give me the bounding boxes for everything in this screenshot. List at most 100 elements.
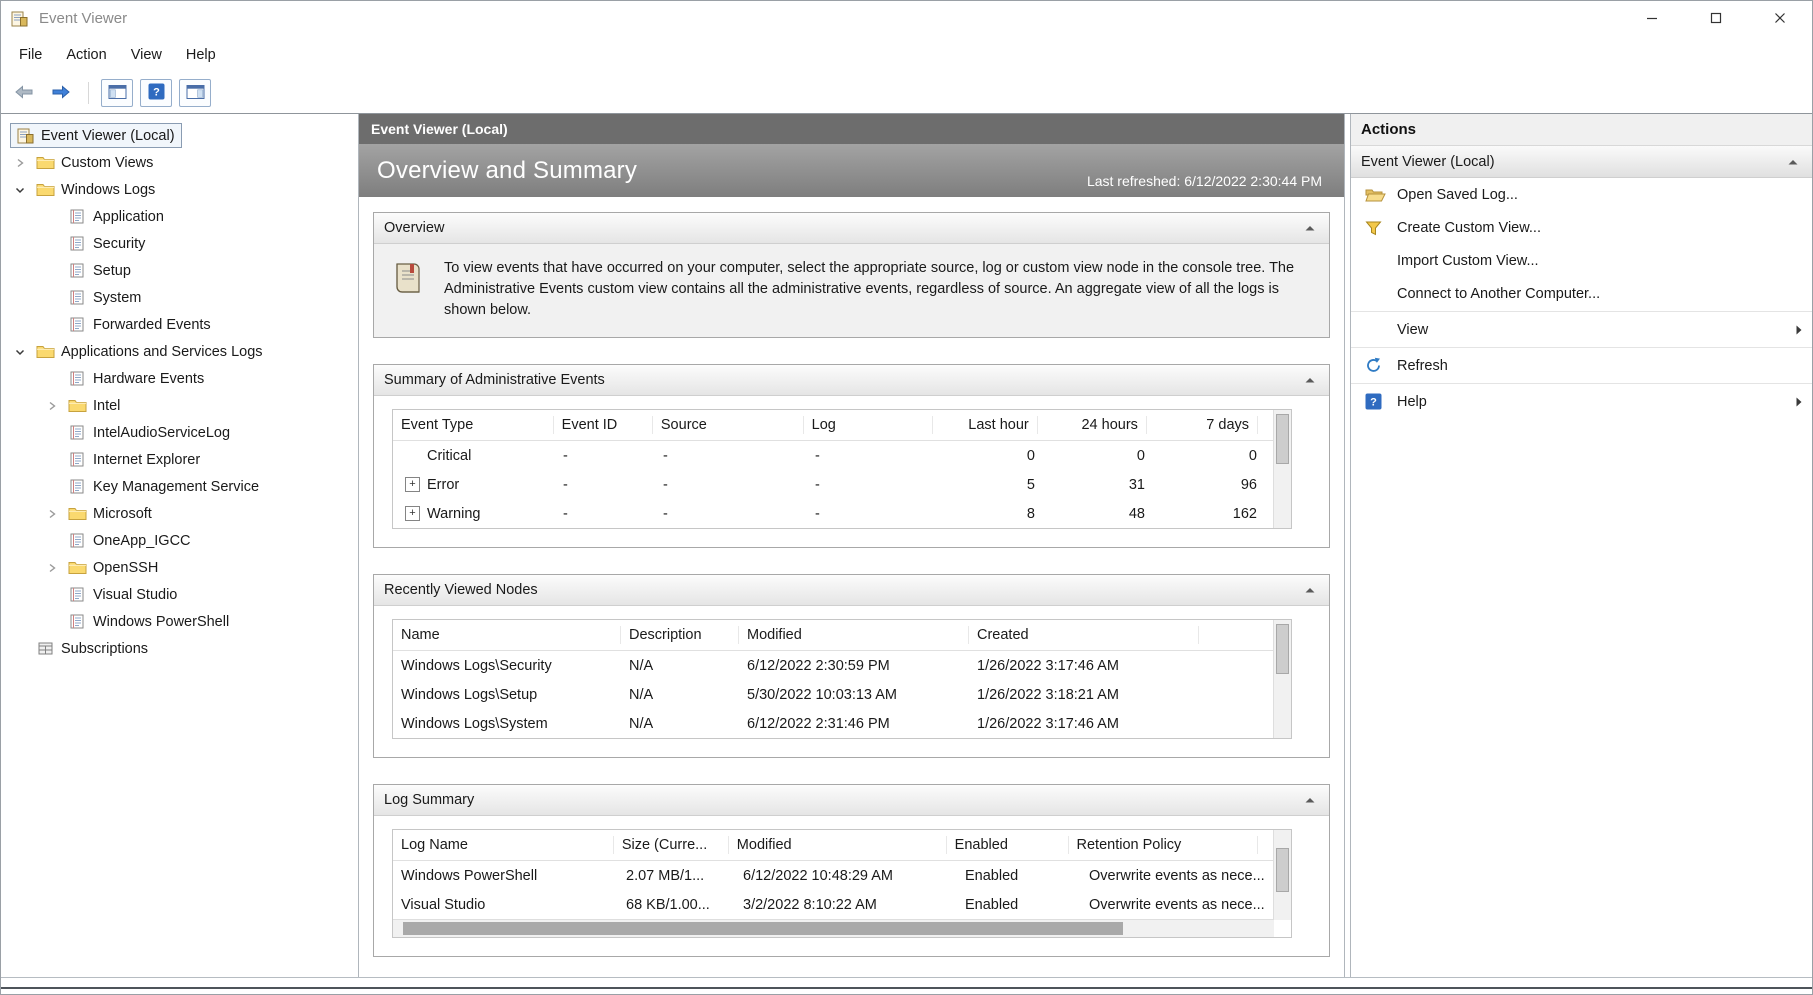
admin-events-summary-row[interactable]: +Warning---848162 — [393, 499, 1291, 528]
log-summary-title: Log Summary — [384, 792, 474, 808]
column-header-modified[interactable]: Modified — [739, 626, 969, 644]
show-action-pane-button[interactable] — [179, 79, 211, 107]
page-title: Overview and Summary — [377, 157, 637, 185]
console-tree-icon — [108, 84, 127, 103]
tree-item-event-viewer-local[interactable]: Event Viewer (Local) — [1, 122, 358, 149]
actions-section-header[interactable]: Event Viewer (Local) — [1351, 146, 1812, 178]
vertical-scrollbar[interactable] — [1273, 620, 1291, 738]
tree-item-forwarded-events[interactable]: Forwarded Events — [1, 311, 358, 338]
menu-action[interactable]: Action — [54, 42, 118, 68]
tree-item-label: OneApp_IGCC — [93, 533, 191, 549]
horizontal-scrollbar[interactable] — [393, 919, 1274, 937]
tree-item-inner: Microsoft — [62, 501, 159, 526]
column-header-retention-policy[interactable]: Retention Policy — [1069, 836, 1258, 854]
forward-button[interactable] — [46, 79, 76, 107]
scrollbar-thumb[interactable] — [1276, 848, 1289, 892]
menu-view[interactable]: View — [119, 42, 174, 68]
column-header-source[interactable]: Source — [653, 416, 804, 434]
tree-item-setup[interactable]: Setup — [1, 257, 358, 284]
column-header-7-days[interactable]: 7 days — [1147, 416, 1258, 434]
chevron-expanded-icon[interactable] — [10, 346, 30, 358]
back-button[interactable] — [9, 79, 39, 107]
column-header-event-id[interactable]: Event ID — [554, 416, 653, 434]
tree-item-openssh[interactable]: OpenSSH — [1, 554, 358, 581]
tree-item-security[interactable]: Security — [1, 230, 358, 257]
column-header-size-curre[interactable]: Size (Curre... — [614, 836, 729, 854]
column-header-event-type[interactable]: Event Type — [393, 416, 554, 434]
admin-events-summary-cell-log: - — [807, 506, 937, 522]
action-refresh[interactable]: Refresh — [1351, 349, 1812, 382]
overview-book-icon — [390, 260, 426, 299]
collapse-button[interactable] — [1299, 377, 1321, 383]
collapse-button[interactable] — [1299, 587, 1321, 593]
help-button[interactable]: ? — [140, 79, 172, 107]
log-summary-row[interactable]: Windows PowerShell2.07 MB/1...6/12/2022 … — [393, 861, 1291, 890]
admin-events-summary-row[interactable]: +Error---53196 — [393, 470, 1291, 499]
action-create-custom-view[interactable]: Create Custom View... — [1351, 211, 1812, 244]
tree-item-application[interactable]: Application — [1, 203, 358, 230]
action-view[interactable]: View — [1351, 313, 1812, 346]
chevron-expanded-icon[interactable] — [10, 184, 30, 196]
maximize-button[interactable] — [1684, 1, 1748, 36]
column-header-log-name[interactable]: Log Name — [393, 836, 614, 854]
tree-item-oneapp-igcc[interactable]: OneApp_IGCC — [1, 527, 358, 554]
recently-viewed-cell-name: Windows Logs\Security — [393, 658, 621, 674]
minimize-button[interactable] — [1620, 1, 1684, 36]
column-header-last-hour[interactable]: Last hour — [933, 416, 1038, 434]
recently-viewed-row[interactable]: Windows Logs\SetupN/A5/30/2022 10:03:13 … — [393, 680, 1291, 709]
action-item-label: Import Custom View... — [1397, 253, 1539, 269]
vertical-scrollbar[interactable] — [1273, 410, 1291, 528]
action-import-custom-view[interactable]: Import Custom View... — [1351, 244, 1812, 277]
chevron-collapsed-icon[interactable] — [42, 400, 62, 412]
tree-item-windows-powershell[interactable]: Windows PowerShell — [1, 608, 358, 635]
tree-item-subscriptions[interactable]: Subscriptions — [1, 635, 358, 662]
tree-item-inner: Security — [62, 231, 152, 256]
tree-item-visual-studio[interactable]: Visual Studio — [1, 581, 358, 608]
tree-item-hardware-events[interactable]: Hardware Events — [1, 365, 358, 392]
menu-file[interactable]: File — [7, 42, 54, 68]
tree-item-microsoft[interactable]: Microsoft — [1, 500, 358, 527]
tree-item-intelaudioservicelog[interactable]: IntelAudioServiceLog — [1, 419, 358, 446]
tree-item-applications-and-services-logs[interactable]: Applications and Services Logs — [1, 338, 358, 365]
expand-icon[interactable]: + — [405, 506, 420, 521]
collapse-button[interactable] — [1299, 797, 1321, 803]
help-icon: ? — [148, 83, 165, 103]
menu-help[interactable]: Help — [174, 42, 228, 68]
close-button[interactable] — [1748, 1, 1812, 36]
recently-viewed-row[interactable]: Windows Logs\SystemN/A6/12/2022 2:31:46 … — [393, 709, 1291, 738]
column-header-modified[interactable]: Modified — [729, 836, 947, 854]
admin-events-summary-cell-24-hours: 31 — [1043, 477, 1153, 493]
tree-item-inner: OpenSSH — [62, 555, 165, 580]
recently-viewed-row[interactable]: Windows Logs\SecurityN/A6/12/2022 2:30:5… — [393, 651, 1291, 680]
chevron-up-icon[interactable] — [1782, 159, 1804, 165]
scrollbar-thumb[interactable] — [1276, 414, 1289, 464]
tree-item-label: Intel — [93, 398, 120, 414]
action-connect-to-another-computer[interactable]: Connect to Another Computer... — [1351, 277, 1812, 310]
collapse-button[interactable] — [1299, 225, 1321, 231]
column-header-description[interactable]: Description — [621, 626, 739, 644]
log-summary-row[interactable]: Visual Studio68 KB/1.00...3/2/2022 8:10:… — [393, 890, 1291, 919]
scrollbar-thumb[interactable] — [1276, 624, 1289, 674]
column-header-log[interactable]: Log — [804, 416, 933, 434]
admin-events-summary-row[interactable]: Critical---000 — [393, 441, 1291, 470]
chevron-collapsed-icon[interactable] — [42, 508, 62, 520]
action-open-saved-log[interactable]: Open Saved Log... — [1351, 178, 1812, 211]
scrollbar-thumb[interactable] — [403, 922, 1123, 935]
action-help[interactable]: ?Help — [1351, 385, 1812, 418]
tree-item-custom-views[interactable]: Custom Views — [1, 149, 358, 176]
action-item-label: Help — [1397, 394, 1427, 410]
tree-item-internet-explorer[interactable]: Internet Explorer — [1, 446, 358, 473]
tree-item-system[interactable]: System — [1, 284, 358, 311]
chevron-collapsed-icon[interactable] — [10, 157, 30, 169]
column-header-created[interactable]: Created — [969, 626, 1199, 644]
column-header-24-hours[interactable]: 24 hours — [1038, 416, 1147, 434]
tree-item-key-management-service[interactable]: Key Management Service — [1, 473, 358, 500]
chevron-collapsed-icon[interactable] — [42, 562, 62, 574]
column-header-name[interactable]: Name — [393, 626, 621, 644]
tree-item-windows-logs[interactable]: Windows Logs — [1, 176, 358, 203]
vertical-scrollbar[interactable] — [1273, 830, 1291, 920]
show-console-tree-button[interactable] — [101, 79, 133, 107]
column-header-enabled[interactable]: Enabled — [947, 836, 1069, 854]
expand-icon[interactable]: + — [405, 477, 420, 492]
tree-item-intel[interactable]: Intel — [1, 392, 358, 419]
